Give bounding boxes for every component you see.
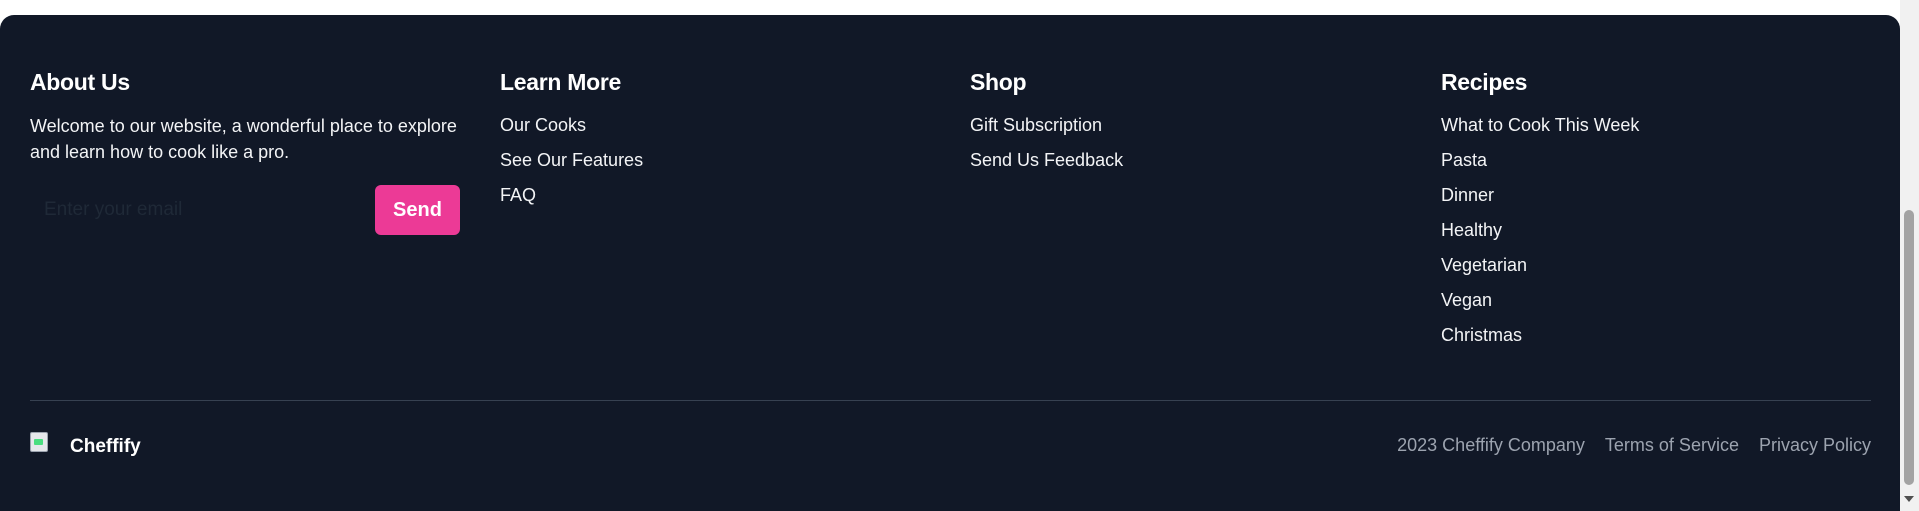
shop-links: Gift Subscription Send Us Feedback [970, 113, 1390, 172]
link-faq[interactable]: FAQ [500, 183, 920, 207]
site-footer: About Us Welcome to our website, a wonde… [0, 15, 1900, 511]
about-us-text: Welcome to our website, a wonderful plac… [30, 116, 457, 162]
footer-bottom-links: 2023 Cheffify Company Terms of Service P… [1397, 435, 1871, 456]
link-our-cooks[interactable]: Our Cooks [500, 113, 920, 137]
page: About Us Welcome to our website, a wonde… [0, 0, 1919, 511]
brand-name: Cheffify [70, 436, 141, 457]
shop-section: Shop Gift Subscription Send Us Feedback [970, 67, 1390, 183]
broken-image-icon [30, 432, 50, 462]
recipes-title: Recipes [1441, 69, 1528, 95]
link-send-us-feedback[interactable]: Send Us Feedback [970, 148, 1390, 172]
learn-more-title: Learn More [500, 69, 621, 95]
scroll-down-arrow-icon[interactable] [1904, 496, 1914, 502]
about-us-title: About Us [30, 69, 130, 95]
recipes-section: Recipes What to Cook This Week Pasta Din… [1441, 67, 1861, 358]
link-what-to-cook-this-week[interactable]: What to Cook This Week [1441, 113, 1861, 137]
privacy-policy-link[interactable]: Privacy Policy [1759, 435, 1871, 456]
link-vegetarian[interactable]: Vegetarian [1441, 253, 1861, 277]
scrollbar-thumb[interactable] [1904, 210, 1914, 485]
link-healthy[interactable]: Healthy [1441, 218, 1861, 242]
learn-more-links: Our Cooks See Our Features FAQ [500, 113, 920, 207]
shop-title: Shop [970, 69, 1027, 95]
email-input[interactable] [30, 185, 375, 235]
recipes-links: What to Cook This Week Pasta Dinner Heal… [1441, 113, 1861, 347]
newsletter-form: Send [30, 185, 460, 235]
copyright-text: 2023 Cheffify Company [1397, 435, 1585, 455]
vertical-scrollbar[interactable] [1900, 0, 1919, 511]
learn-more-section: Learn More Our Cooks See Our Features FA… [500, 67, 920, 218]
link-dinner[interactable]: Dinner [1441, 183, 1861, 207]
send-button[interactable]: Send [375, 185, 460, 235]
link-pasta[interactable]: Pasta [1441, 148, 1861, 172]
terms-of-service-link[interactable]: Terms of Service [1605, 435, 1739, 456]
about-us-section: About Us Welcome to our website, a wonde… [30, 67, 460, 235]
link-see-our-features[interactable]: See Our Features [500, 148, 920, 172]
link-gift-subscription[interactable]: Gift Subscription [970, 113, 1390, 137]
link-christmas[interactable]: Christmas [1441, 323, 1861, 347]
link-vegan[interactable]: Vegan [1441, 288, 1861, 312]
footer-divider [30, 400, 1871, 401]
brand[interactable]: Cheffify [30, 431, 141, 463]
